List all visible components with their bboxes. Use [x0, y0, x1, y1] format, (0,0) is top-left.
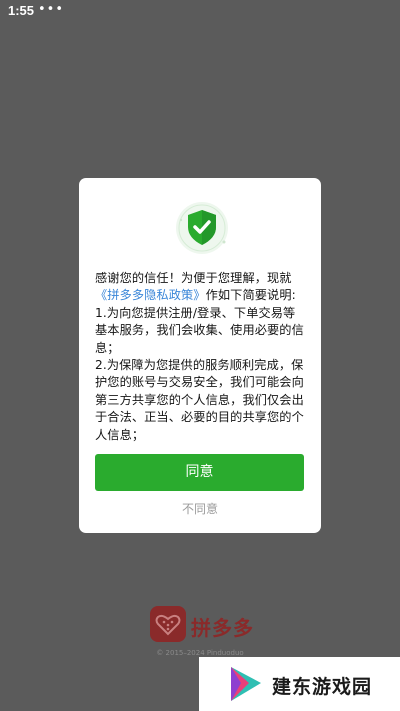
privacy-dialog: 感谢您的信任！为便于您理解，现就《拼多多隐私政策》作如下简要说明: 1.为向您提…: [79, 178, 321, 533]
brand-logo: 拼多多: [150, 606, 254, 642]
intro-text: 感谢您的信任！为便于您理解，现就: [95, 271, 292, 285]
policy-summary: 感谢您的信任！为便于您理解，现就《拼多多隐私政策》作如下简要说明: 1.为向您提…: [95, 270, 307, 444]
brand-name: 拼多多: [191, 616, 254, 640]
pinduoduo-logo-icon: [150, 606, 186, 642]
play-logo-icon: [225, 663, 267, 705]
agree-button[interactable]: 同意: [95, 454, 304, 491]
copyright-text: © 2015–2024 Pinduoduo: [156, 649, 244, 657]
intro-text-suffix: 作如下简要说明:: [205, 288, 296, 303]
shield-check-icon: [174, 200, 230, 256]
watermark: 建东游戏园: [199, 657, 400, 711]
privacy-policy-link[interactable]: 《拼多多隐私政策》: [95, 288, 206, 302]
disagree-button[interactable]: 不同意: [79, 500, 321, 517]
watermark-text: 建东游戏园: [272, 676, 373, 698]
status-time: 1:55: [8, 3, 35, 18]
notification-dots-icon: •••: [38, 2, 65, 17]
policy-point-1: 1.为向您提供注册/登录、下单交易等基本服务，我们会收集、使用必要的信息；: [95, 305, 304, 355]
status-bar: 1:55 •••: [0, 0, 400, 22]
policy-intro: 感谢您的信任！为便于您理解，现就《拼多多隐私政策》作如下简要说明:: [95, 270, 307, 305]
policy-point-2: 2.为保障为您提供的服务顺利完成，保护您的账号与交易安全，我们可能会向第三方共享…: [95, 358, 304, 442]
